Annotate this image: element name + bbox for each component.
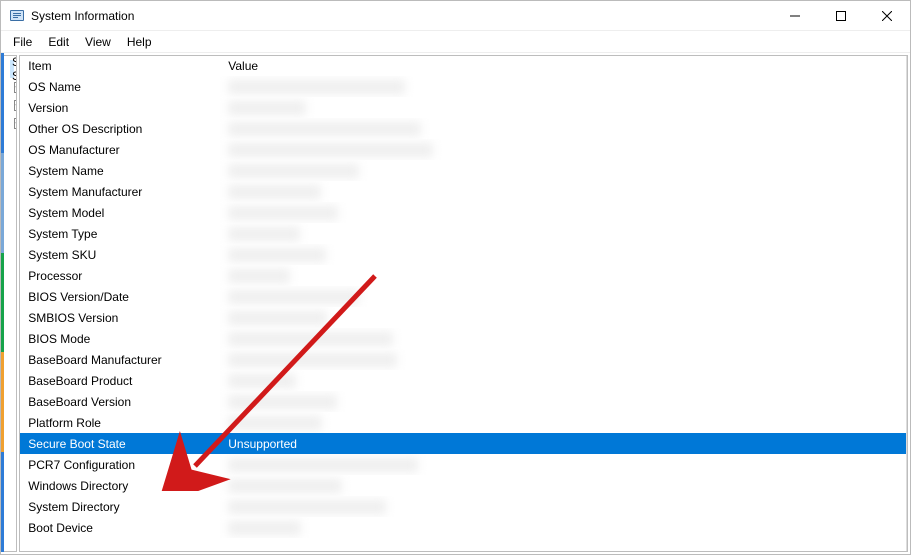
- row-value: [220, 76, 906, 97]
- titlebar: System Information: [1, 1, 910, 31]
- tree-item-components[interactable]: + Components: [10, 96, 14, 114]
- row-value: [220, 181, 906, 202]
- table-row[interactable]: Windows Directory: [20, 475, 906, 496]
- details-list[interactable]: Item Value OS Name Version Other OS Desc…: [19, 55, 908, 552]
- window-edge-artifact: [1, 53, 4, 552]
- table-row[interactable]: Processor: [20, 265, 906, 286]
- table-row[interactable]: System Type: [20, 223, 906, 244]
- table-row[interactable]: System Name: [20, 160, 906, 181]
- table-row[interactable]: Version: [20, 97, 906, 118]
- row-value: [220, 286, 906, 307]
- row-item: System Model: [20, 202, 220, 223]
- row-value: [220, 97, 906, 118]
- table-row[interactable]: System Model: [20, 202, 906, 223]
- menu-file[interactable]: File: [5, 33, 40, 51]
- menu-help[interactable]: Help: [119, 33, 160, 51]
- row-item: System Type: [20, 223, 220, 244]
- table-row[interactable]: System SKU: [20, 244, 906, 265]
- row-item: System Manufacturer: [20, 181, 220, 202]
- expand-icon[interactable]: +: [14, 82, 17, 93]
- maximize-button[interactable]: [818, 1, 864, 31]
- row-item: PCR7 Configuration: [20, 454, 220, 475]
- table-row[interactable]: System Directory: [20, 496, 906, 517]
- table-row[interactable]: SMBIOS Version: [20, 307, 906, 328]
- row-value: [220, 118, 906, 139]
- row-item: System Name: [20, 160, 220, 181]
- row-value: [220, 370, 906, 391]
- row-item: Boot Device: [20, 517, 220, 538]
- row-value: [220, 202, 906, 223]
- row-item: Version: [20, 97, 220, 118]
- content-area: System Summary + Hardware Resources + Co…: [1, 53, 910, 554]
- table-row[interactable]: BaseBoard Product: [20, 370, 906, 391]
- category-tree[interactable]: System Summary + Hardware Resources + Co…: [3, 55, 17, 552]
- row-value: [220, 517, 906, 538]
- expand-icon[interactable]: +: [14, 100, 17, 111]
- row-value: [220, 496, 906, 517]
- row-item: Secure Boot State: [20, 433, 220, 454]
- row-value: [220, 223, 906, 244]
- row-value: [220, 454, 906, 475]
- row-item: Processor: [20, 265, 220, 286]
- table-row[interactable]: Platform Role: [20, 412, 906, 433]
- table-row[interactable]: BaseBoard Manufacturer: [20, 349, 906, 370]
- row-value: [220, 244, 906, 265]
- table-row[interactable]: OS Name: [20, 76, 906, 97]
- row-item: BIOS Version/Date: [20, 286, 220, 307]
- window-title: System Information: [31, 9, 134, 23]
- row-value: [220, 475, 906, 496]
- table-row[interactable]: BIOS Version/Date: [20, 286, 906, 307]
- row-value: [220, 349, 906, 370]
- row-item: System Directory: [20, 496, 220, 517]
- row-value: [220, 265, 906, 286]
- vertical-scrollbar[interactable]: [906, 56, 907, 551]
- row-item: BaseBoard Version: [20, 391, 220, 412]
- row-value: [220, 412, 906, 433]
- row-value: [220, 307, 906, 328]
- row-item: BaseBoard Manufacturer: [20, 349, 220, 370]
- row-item: Windows Directory: [20, 475, 220, 496]
- row-item: BaseBoard Product: [20, 370, 220, 391]
- menu-view[interactable]: View: [77, 33, 119, 51]
- expand-icon[interactable]: +: [14, 118, 17, 129]
- table-row[interactable]: PCR7 Configuration: [20, 454, 906, 475]
- close-button[interactable]: [864, 1, 910, 31]
- details-table: Item Value OS Name Version Other OS Desc…: [20, 56, 906, 538]
- table-row[interactable]: BIOS Mode: [20, 328, 906, 349]
- row-value: Unsupported: [220, 433, 906, 454]
- column-header-value[interactable]: Value: [220, 56, 906, 76]
- row-item: OS Name: [20, 76, 220, 97]
- row-item: Platform Role: [20, 412, 220, 433]
- row-value: [220, 139, 906, 160]
- tree-item-label: System Summary: [12, 55, 17, 83]
- tree-item-system-summary[interactable]: System Summary: [10, 60, 14, 78]
- tree-item-software-environment[interactable]: + Software Environment: [10, 114, 14, 132]
- table-row[interactable]: Secure Boot StateUnsupported: [20, 433, 906, 454]
- menu-edit[interactable]: Edit: [40, 33, 77, 51]
- app-icon: [9, 8, 25, 24]
- row-item: SMBIOS Version: [20, 307, 220, 328]
- row-value: [220, 328, 906, 349]
- table-row[interactable]: OS Manufacturer: [20, 139, 906, 160]
- table-row[interactable]: Boot Device: [20, 517, 906, 538]
- menubar: File Edit View Help: [1, 31, 910, 53]
- row-value: [220, 391, 906, 412]
- table-row[interactable]: BaseBoard Version: [20, 391, 906, 412]
- table-row[interactable]: Other OS Description: [20, 118, 906, 139]
- system-information-window: System Information File Edit View Help S…: [0, 0, 911, 555]
- row-value: [220, 160, 906, 181]
- minimize-button[interactable]: [772, 1, 818, 31]
- column-header-item[interactable]: Item: [20, 56, 220, 76]
- row-item: OS Manufacturer: [20, 139, 220, 160]
- row-item: System SKU: [20, 244, 220, 265]
- row-item: BIOS Mode: [20, 328, 220, 349]
- table-row[interactable]: System Manufacturer: [20, 181, 906, 202]
- row-item: Other OS Description: [20, 118, 220, 139]
